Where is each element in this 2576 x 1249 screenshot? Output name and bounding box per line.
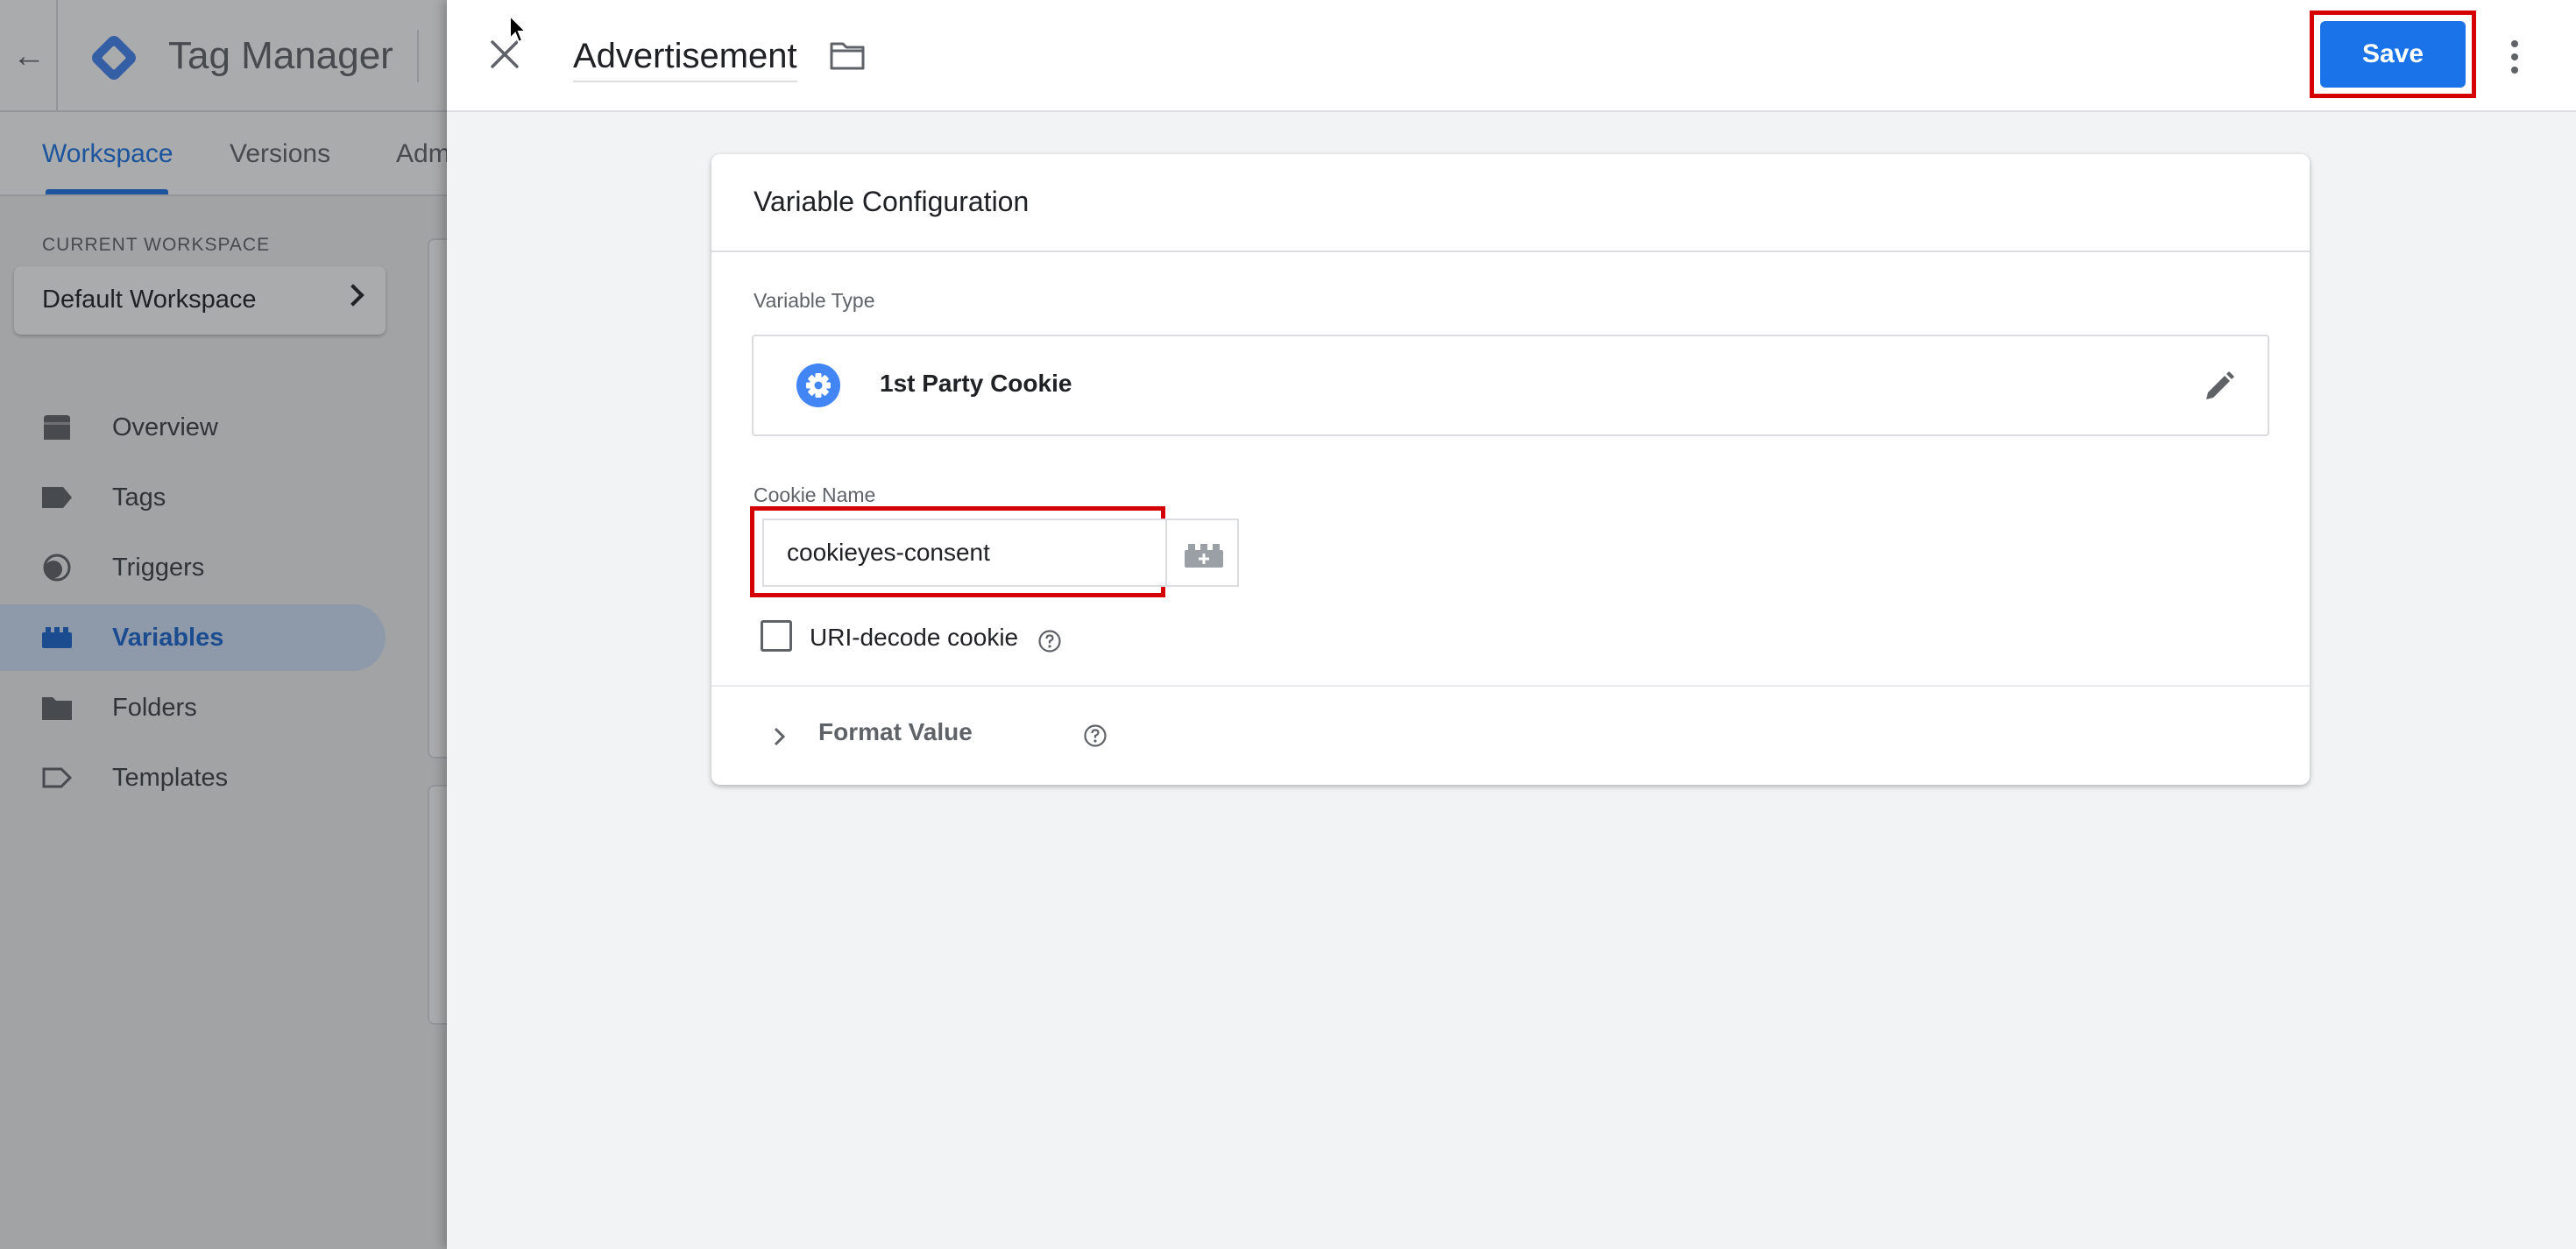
save-button[interactable]: Save — [2320, 21, 2466, 88]
uri-decode-label: URI-decode cookie — [810, 624, 1019, 651]
panel-header: Advertisement Save — [447, 0, 2576, 112]
variable-type-label: Variable Type — [754, 289, 875, 312]
help-icon[interactable] — [1083, 723, 1108, 748]
insert-variable-button[interactable] — [1165, 519, 1239, 587]
uri-decode-checkbox[interactable] — [761, 620, 792, 652]
chevron-right-icon[interactable] — [766, 723, 792, 750]
modal-scrim[interactable] — [0, 0, 447, 1249]
variable-type-name: 1st Party Cookie — [880, 370, 1072, 397]
cookie-name-input[interactable] — [762, 519, 1165, 587]
gear-icon — [796, 363, 840, 407]
variable-type-selector[interactable]: 1st Party Cookie — [752, 335, 2269, 436]
variable-picker-icon — [1185, 544, 1223, 568]
edit-pencil-icon[interactable] — [2201, 370, 2236, 405]
variable-configuration-card: Variable Configuration Variable Type 1st… — [711, 154, 2310, 785]
divider — [711, 685, 2310, 687]
help-icon[interactable] — [1037, 629, 1062, 653]
variable-name-title[interactable]: Advertisement — [573, 35, 797, 82]
cookie-name-label: Cookie Name — [754, 483, 876, 506]
mouse-cursor-icon — [509, 14, 528, 44]
divider — [711, 251, 2310, 252]
format-value-toggle[interactable]: Format Value — [818, 718, 973, 746]
folder-icon[interactable] — [829, 40, 866, 72]
more-vert-icon[interactable] — [2508, 39, 2522, 75]
card-title: Variable Configuration — [754, 186, 1030, 217]
variable-editor-panel: Advertisement Save Variable Configuratio… — [447, 0, 2576, 1249]
